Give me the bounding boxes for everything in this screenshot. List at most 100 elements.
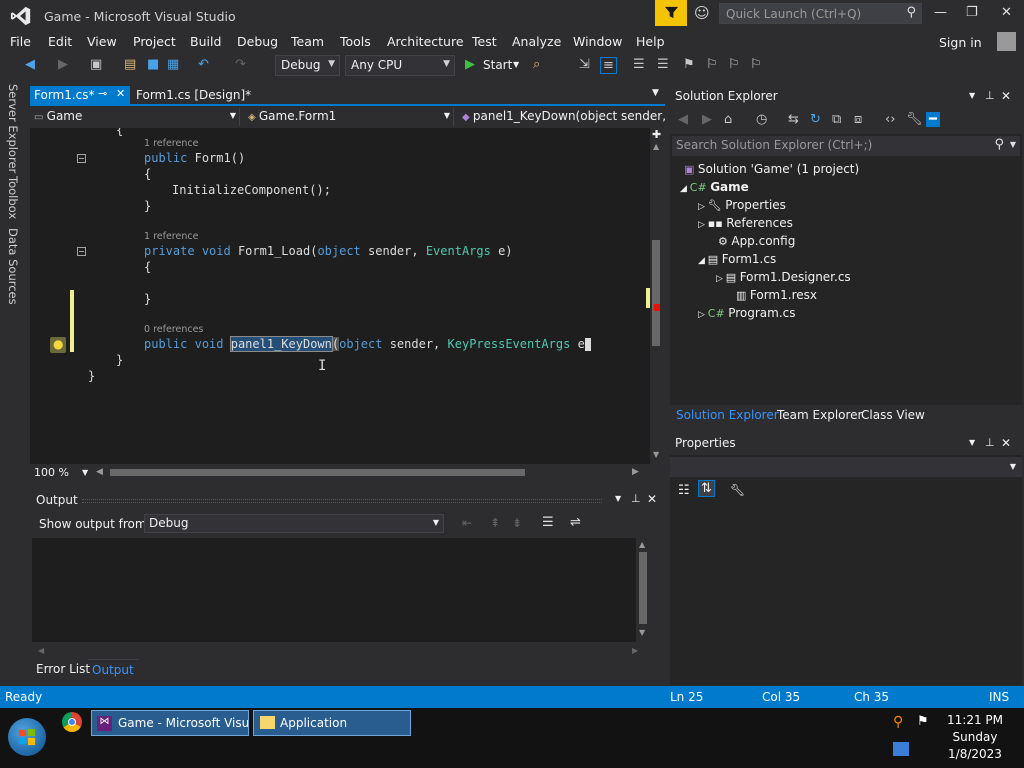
tree-item-app-config[interactable]: ⚙ App.config: [718, 234, 795, 248]
menu-edit[interactable]: Edit: [48, 34, 72, 49]
view-code-icon[interactable]: ‹›: [885, 112, 895, 127]
minimize-button[interactable]: —: [934, 5, 947, 20]
tab-team-explorer[interactable]: Team Explorer: [777, 408, 863, 422]
toolbox-tab[interactable]: Toolbox: [6, 176, 20, 219]
solution-configuration-dropdown[interactable]: Debug ▼: [275, 55, 340, 76]
scroll-up-icon[interactable]: ▲: [639, 540, 645, 549]
find-in-files-icon[interactable]: ⌕: [533, 57, 540, 72]
notification-flag-button[interactable]: [655, 0, 687, 26]
bookmark-icon[interactable]: ⚑: [683, 57, 695, 72]
menu-tools[interactable]: Tools: [340, 34, 371, 49]
tab-error-list[interactable]: Error List: [36, 662, 90, 676]
pin-icon[interactable]: ⊥: [985, 89, 995, 102]
tab-class-view[interactable]: Class View: [861, 408, 925, 422]
close-panel-icon[interactable]: ✕: [1001, 89, 1011, 103]
properties-object-dropdown[interactable]: ▼: [670, 457, 1022, 477]
scroll-down-icon[interactable]: ▼: [639, 628, 645, 637]
maximize-button[interactable]: ❐: [966, 5, 978, 20]
account-avatar-icon[interactable]: [997, 32, 1016, 51]
pin-icon[interactable]: ⊥: [631, 492, 641, 505]
chevron-down-icon[interactable]: ▼: [82, 468, 88, 477]
menu-file[interactable]: File: [10, 34, 31, 49]
split-editor-icon[interactable]: ✚: [652, 128, 661, 141]
next-bookmark-icon[interactable]: ⚐: [728, 57, 740, 72]
collapse-toggle-icon[interactable]: [77, 247, 86, 256]
output-vertical-scrollbar[interactable]: ▲ ▼: [636, 538, 650, 642]
tree-item-solution[interactable]: ▣ Solution 'Game' (1 project): [684, 162, 859, 176]
code-editor[interactable]: { 1 reference public Form1() { Initializ…: [30, 128, 650, 464]
sign-in-link[interactable]: Sign in: [939, 35, 982, 50]
close-panel-icon[interactable]: ✕: [1001, 436, 1011, 450]
tab-overflow-chevron-icon[interactable]: ▼: [652, 88, 659, 98]
menu-test[interactable]: Test: [472, 34, 497, 49]
member-dropdown[interactable]: ◆ panel1_KeyDown(object sender,: [458, 108, 665, 126]
codelens-reference-count[interactable]: 0 references: [144, 324, 203, 335]
next-message-icon[interactable]: ⇟: [512, 516, 522, 530]
toggle-comment-icon[interactable]: ≡: [600, 57, 617, 74]
action-center-flag-icon[interactable]: ⚑: [917, 714, 929, 729]
taskbar-application-folder[interactable]: Application: [253, 710, 411, 736]
properties-wrench-icon[interactable]: 🔧︎: [906, 112, 923, 127]
server-explorer-tab[interactable]: Server Explorer: [6, 84, 20, 173]
navigate-forward-icon[interactable]: ▶: [58, 57, 68, 72]
back-icon[interactable]: ◀: [678, 112, 688, 127]
word-wrap-icon[interactable]: ⇌: [570, 515, 581, 530]
tree-item-form1-cs[interactable]: ◢ ▤ Form1.cs: [698, 252, 776, 266]
close-window-button[interactable]: ✕: [1001, 5, 1012, 20]
scroll-left-icon[interactable]: ◀: [96, 467, 103, 477]
panel-menu-chevron-icon[interactable]: ▼: [969, 438, 975, 447]
menu-team[interactable]: Team: [291, 34, 324, 49]
solution-explorer-search-input[interactable]: Search Solution Explorer (Ctrl+;) ⚲ ▼: [672, 136, 1020, 156]
save-all-icon[interactable]: ▦: [167, 57, 179, 72]
tab-solution-explorer[interactable]: Solution Explorer: [676, 408, 779, 422]
scroll-down-icon[interactable]: ▼: [653, 450, 659, 459]
previous-bookmark-icon[interactable]: ⚐: [706, 57, 718, 72]
menu-architecture[interactable]: Architecture: [387, 34, 464, 49]
categorized-icon[interactable]: ☷: [678, 483, 690, 498]
pin-icon[interactable]: ⊸: [98, 87, 107, 100]
show-all-files-icon[interactable]: ⧈: [854, 112, 862, 127]
panel-menu-chevron-icon[interactable]: ▼: [615, 494, 621, 503]
scroll-thumb[interactable]: [652, 240, 660, 346]
sync-active-document-icon[interactable]: ⇆: [788, 112, 799, 127]
refresh-icon[interactable]: ↻: [810, 112, 821, 127]
scroll-thumb[interactable]: [639, 552, 647, 624]
start-debugging-button[interactable]: ▶ Start ▼: [463, 56, 525, 76]
close-panel-icon[interactable]: ✕: [647, 492, 657, 506]
outdent-icon[interactable]: ☰: [633, 57, 645, 72]
tab-form1-design[interactable]: Form1.cs [Design]*: [134, 86, 253, 104]
network-tray-icon[interactable]: [893, 742, 909, 756]
menu-view[interactable]: View: [87, 34, 117, 49]
home-icon[interactable]: ⌂: [724, 112, 732, 127]
collapse-all-icon[interactable]: ⧉: [832, 112, 841, 127]
start-button[interactable]: [8, 718, 46, 756]
preview-selected-items-icon[interactable]: ━: [926, 112, 940, 127]
feedback-smiley-icon[interactable]: ☺: [694, 4, 710, 22]
menu-window[interactable]: Window: [573, 34, 622, 49]
collapse-toggle-icon[interactable]: [77, 154, 86, 163]
scroll-right-icon[interactable]: ▶: [632, 646, 638, 655]
new-project-icon[interactable]: ▣: [90, 57, 102, 72]
menu-help[interactable]: Help: [636, 34, 665, 49]
property-pages-wrench-icon[interactable]: 🔧︎: [730, 483, 745, 497]
menu-build[interactable]: Build: [190, 34, 221, 49]
redo-icon[interactable]: ↷: [235, 57, 246, 72]
horizontal-scroll-thumb[interactable]: [110, 469, 525, 476]
panel-menu-chevron-icon[interactable]: ▼: [969, 91, 975, 100]
close-tab-icon[interactable]: ✕: [116, 87, 125, 100]
tree-item-project-game[interactable]: ◢ C# Game: [680, 180, 749, 194]
scroll-up-icon[interactable]: ▲: [653, 142, 659, 151]
tab-form1-cs[interactable]: Form1.cs* ⊸ ✕: [30, 86, 130, 104]
lightbulb-icon[interactable]: ●: [50, 337, 66, 353]
tree-item-form1-resx[interactable]: ▥ Form1.resx: [736, 288, 817, 302]
output-text-area[interactable]: ▲ ▼: [32, 538, 650, 642]
codelens-reference-count[interactable]: 1 reference: [144, 231, 198, 242]
scroll-left-icon[interactable]: ◀: [38, 646, 44, 655]
taskbar-visual-studio[interactable]: ⋈ Game - Microsoft Visu...: [91, 710, 249, 736]
pending-changes-filter-icon[interactable]: ◷: [756, 112, 767, 127]
output-source-dropdown[interactable]: Debug ▼: [144, 514, 444, 533]
solution-platform-dropdown[interactable]: Any CPU ▼: [345, 55, 455, 76]
find-message-icon[interactable]: ⇤: [462, 516, 472, 530]
navigate-back-icon[interactable]: ◀: [25, 57, 35, 72]
previous-message-icon[interactable]: ⇞: [490, 516, 500, 530]
